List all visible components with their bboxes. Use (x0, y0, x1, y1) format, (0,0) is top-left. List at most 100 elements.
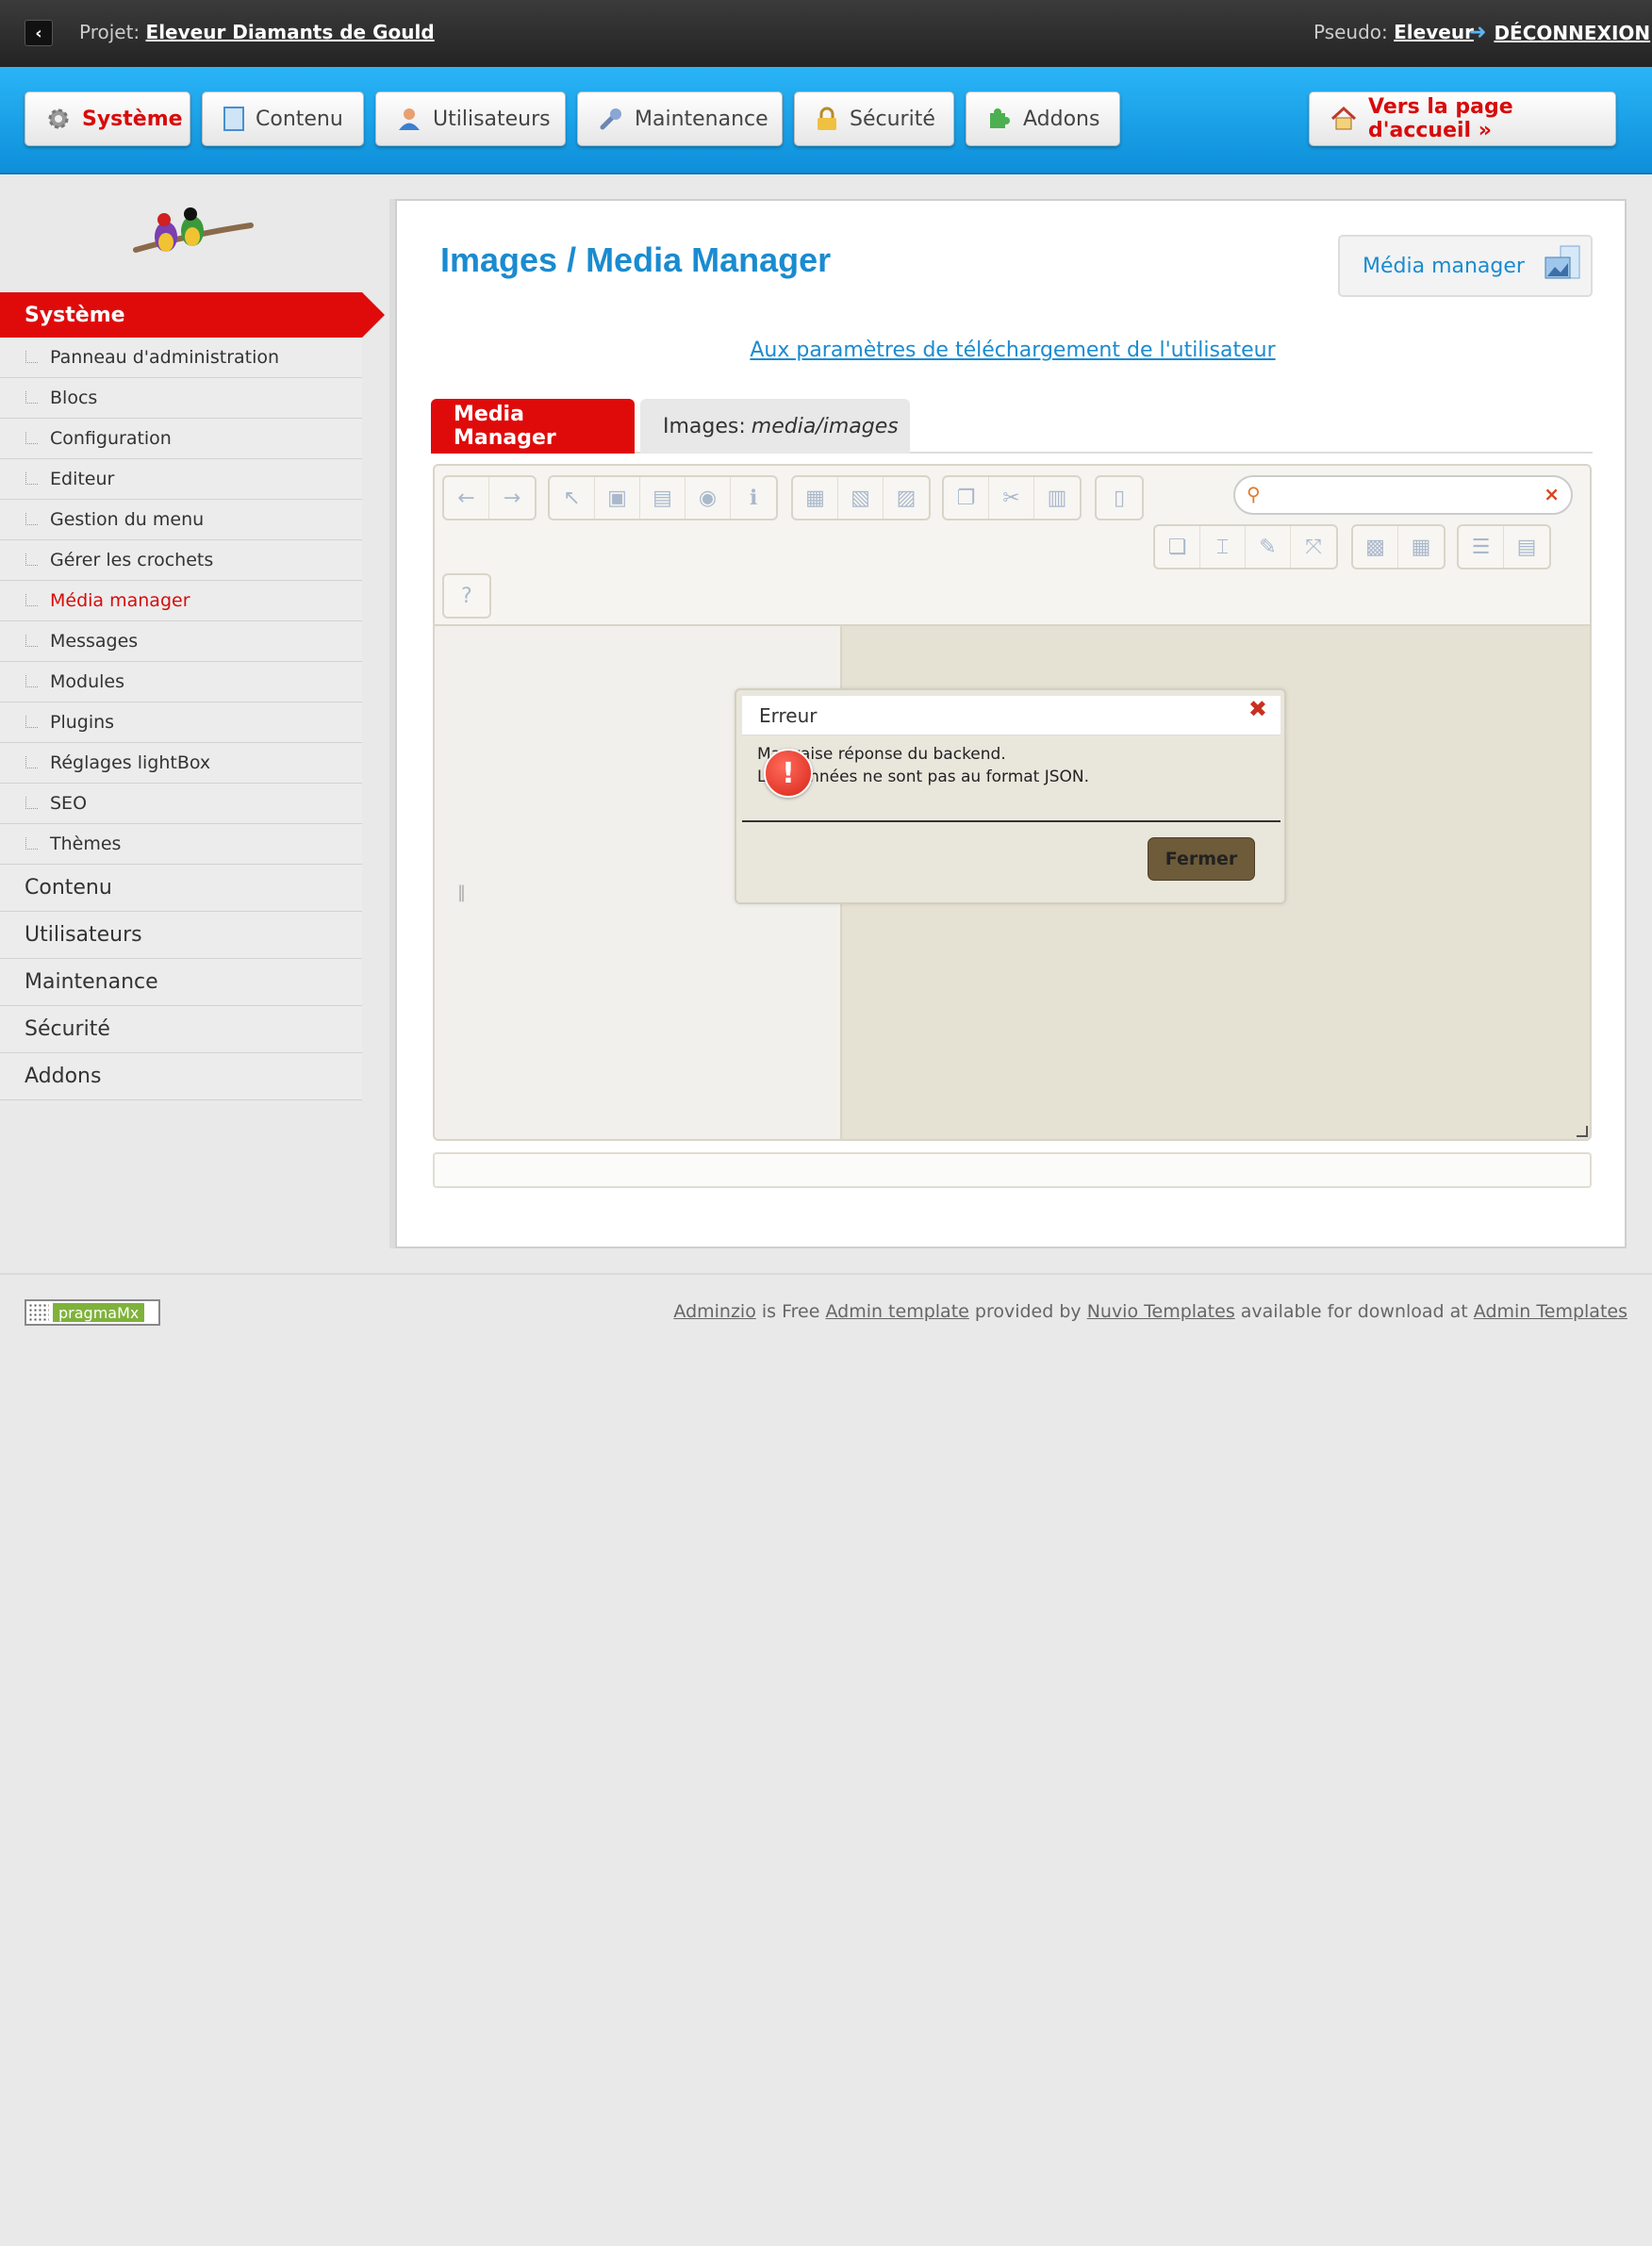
sidebar-subitem-themes[interactable]: Thèmes (0, 824, 362, 865)
sidebar-item-securite[interactable]: Sécurité (0, 1006, 362, 1053)
sidebar-item-addons[interactable]: Addons (0, 1053, 362, 1100)
toolbar-group-file: ↖ ▣ ▤ ◉ ℹ (548, 475, 778, 520)
icons-view-icon[interactable]: ▤ (1504, 526, 1549, 568)
media-manager-button[interactable]: Média manager (1338, 235, 1593, 297)
nav-systeme[interactable]: Système (25, 91, 190, 146)
edit-icon[interactable]: ✎ (1246, 526, 1291, 568)
admin-template-link[interactable]: Admin template (825, 1301, 968, 1322)
nav-maintenance[interactable]: Maintenance (577, 91, 783, 146)
nav-label: Contenu (256, 107, 343, 131)
paste-icon[interactable]: ▥ (1034, 477, 1080, 519)
dots-icon (28, 1303, 49, 1322)
tree-connector (25, 635, 38, 647)
upload-icon[interactable]: ▨ (884, 477, 929, 519)
tab-media-manager[interactable]: Media Manager (431, 399, 635, 454)
rename-icon[interactable]: ⌶ (1200, 526, 1246, 568)
sidebar-subitem-gestion-menu[interactable]: Gestion du menu (0, 500, 362, 540)
nav-addons[interactable]: Addons (966, 91, 1120, 146)
resize-grip-icon[interactable] (1577, 1126, 1588, 1137)
tab-images[interactable]: Images: media/images (640, 399, 910, 454)
subitem-label: Modules (50, 671, 124, 692)
sidebar-item-utilisateurs[interactable]: Utilisateurs (0, 912, 362, 959)
subitem-label: Média manager (50, 590, 190, 611)
tree-connector (25, 594, 38, 606)
resize-icon[interactable]: ⤧ (1291, 526, 1336, 568)
search-input[interactable]: ⚲ × (1233, 475, 1573, 515)
nav-label: Système (82, 107, 183, 131)
forward-arrow-icon[interactable]: → (489, 477, 535, 519)
search-icon: ⚲ (1247, 483, 1261, 505)
lock-icon (816, 106, 838, 132)
eye-icon[interactable]: ◉ (686, 477, 731, 519)
duplicate-icon[interactable]: ❏ (1155, 526, 1200, 568)
sidebar-subitem-editeur[interactable]: Editeur (0, 459, 362, 500)
tree-connector (25, 716, 38, 728)
save-icon[interactable]: ▣ (595, 477, 640, 519)
sidebar-item-contenu[interactable]: Contenu (0, 865, 362, 912)
sidebar-subitem-modules[interactable]: Modules (0, 662, 362, 702)
subitem-label: Configuration (50, 428, 172, 449)
nav-label: Sécurité (850, 107, 935, 131)
new-folder-icon[interactable]: ▦ (793, 477, 838, 519)
back-button[interactable]: ‹ (25, 20, 53, 46)
cut-icon[interactable]: ✂ (989, 477, 1034, 519)
subitem-label: Plugins (50, 712, 115, 733)
sidebar-subitem-messages[interactable]: Messages (0, 621, 362, 662)
toolbar-group-extract: ▩ ▦ (1351, 524, 1446, 570)
dialog-titlebar: Erreur (742, 696, 1280, 735)
archive-icon[interactable]: ▯ (1097, 477, 1142, 519)
sidebar-subitem-blocs[interactable]: Blocs (0, 378, 362, 419)
tree-connector (25, 432, 38, 444)
admin-templates-link[interactable]: Admin Templates (1474, 1301, 1627, 1322)
nav-utilisateurs[interactable]: Utilisateurs (375, 91, 566, 146)
subitem-label: Gestion du menu (50, 509, 205, 530)
footer: pragmaMx Adminzio is Free Admin template… (0, 1273, 1652, 1329)
upload-settings-link[interactable]: Aux paramètres de téléchargement de l'ut… (397, 339, 1628, 362)
toolbar-group-duplicate: ❏ ⌶ ✎ ⤧ (1153, 524, 1338, 570)
nuvio-link[interactable]: Nuvio Templates (1087, 1301, 1235, 1322)
new-file-icon[interactable]: ▧ (838, 477, 884, 519)
info-icon[interactable]: ℹ (731, 477, 776, 519)
subitem-label: Panneau d'administration (50, 347, 280, 368)
subitem-label: SEO (50, 793, 88, 814)
sidebar-subitem-configuration[interactable]: Configuration (0, 419, 362, 459)
toolbar-group-history: ← → (442, 475, 537, 520)
back-arrow-icon[interactable]: ← (444, 477, 489, 519)
compress-icon[interactable]: ▦ (1398, 526, 1444, 568)
clear-search-icon[interactable]: × (1544, 483, 1560, 505)
close-icon[interactable]: ✖ (1248, 696, 1267, 722)
adminzio-link[interactable]: Adminzio (673, 1301, 755, 1322)
project-link[interactable]: Eleveur Diamants de Gould (146, 21, 435, 43)
close-button[interactable]: Fermer (1148, 837, 1255, 881)
sidebar-subitem-plugins[interactable]: Plugins (0, 702, 362, 743)
sidebar-item-maintenance[interactable]: Maintenance (0, 959, 362, 1006)
tree-connector (25, 472, 38, 485)
sidebar-subitem-seo[interactable]: SEO (0, 784, 362, 824)
logout-link[interactable]: DÉCONNEXION (1494, 22, 1650, 44)
list-view-icon[interactable]: ☰ (1459, 526, 1504, 568)
file-manager-statusbar (433, 1152, 1592, 1188)
sidebar-subitem-lightbox[interactable]: Réglages lightBox (0, 743, 362, 784)
tree-connector (25, 756, 38, 768)
page-title: Images / Media Manager (440, 240, 832, 279)
extract-icon[interactable]: ▩ (1353, 526, 1398, 568)
pragmamx-badge[interactable]: pragmaMx (25, 1299, 160, 1326)
pointer-icon[interactable]: ↖ (550, 477, 595, 519)
nav-securite[interactable]: Sécurité (794, 91, 954, 146)
wrench-icon (599, 106, 623, 132)
nav-contenu[interactable]: Contenu (202, 91, 364, 146)
pseudo-link[interactable]: Eleveur (1394, 21, 1474, 43)
toolbar-group-archive: ▯ (1095, 475, 1144, 520)
sidebar-subitem-media-manager[interactable]: Média manager (0, 581, 362, 621)
sidebar-subitem-crochets[interactable]: Gérer les crochets (0, 540, 362, 581)
alert-icon: ! (764, 749, 813, 798)
copy-icon[interactable]: ❐ (944, 477, 989, 519)
upload-settings-label[interactable]: Aux paramètres de téléchargement de l'ut… (750, 339, 1275, 362)
help-icon[interactable]: ? (444, 575, 489, 617)
sidebar-subitem-panneau[interactable]: Panneau d'administration (0, 338, 362, 378)
open-folder-icon[interactable]: ▤ (640, 477, 686, 519)
pane-resize-handle[interactable]: ‖ (457, 883, 466, 902)
sidebar-item-systeme[interactable]: Système (0, 292, 385, 338)
subitem-label: Réglages lightBox (50, 752, 211, 773)
home-page-button[interactable]: Vers la page d'accueil » (1309, 91, 1616, 146)
